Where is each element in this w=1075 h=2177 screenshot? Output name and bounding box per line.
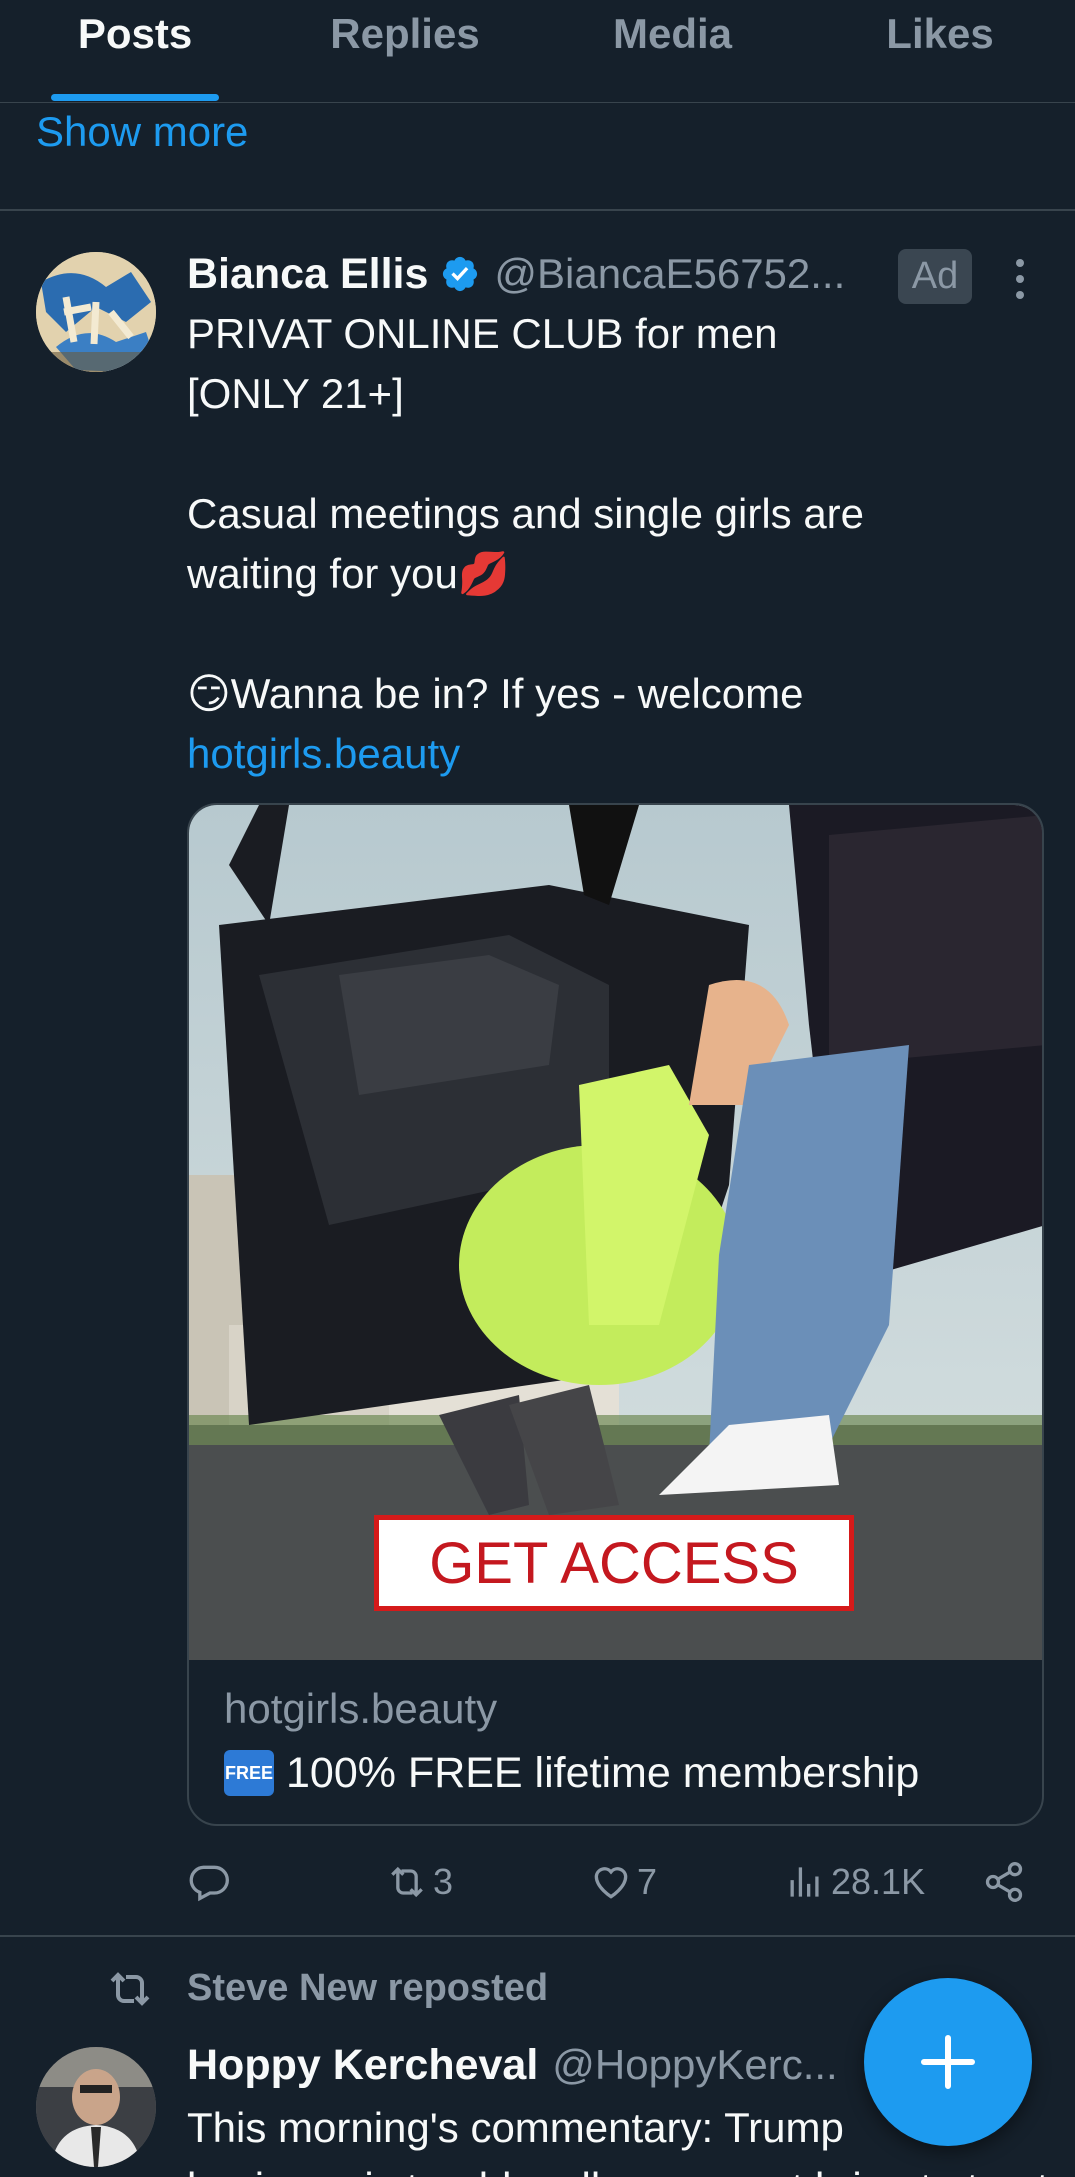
- author-handle[interactable]: @HoppyKerc...: [552, 2041, 852, 2089]
- post-text-line: waiting for you💋: [187, 550, 511, 597]
- avatar[interactable]: [36, 2047, 156, 2167]
- tab-replies-label: Replies: [330, 10, 480, 57]
- post-text-line: PRIVAT ONLINE CLUB for men: [187, 310, 778, 357]
- post-text: business is trouble, all we cannot bring…: [187, 2158, 1067, 2177]
- repost-count: 3: [433, 1861, 454, 1902]
- share-button[interactable]: [982, 1857, 1026, 1907]
- card-title: FREE 100% FREE lifetime membership: [224, 1743, 919, 1803]
- tab-likes-label: Likes: [886, 10, 994, 57]
- plus-icon: [921, 2035, 975, 2089]
- verified-badge-icon: [443, 256, 478, 292]
- post-header: Hoppy Kercheval @HoppyKerc...: [187, 2035, 852, 2095]
- post-actions: 3 7 28.1K: [187, 1857, 1027, 1907]
- tab-media-label: Media: [612, 10, 733, 57]
- reply-icon: [189, 1865, 229, 1902]
- link-card[interactable]: GET ACCESS hotgirls.beauty FREE 100% FRE…: [187, 803, 1044, 1826]
- post-text-line: 😏Wanna be in? If yes - welcome: [187, 670, 804, 717]
- divider: [0, 1935, 1075, 1937]
- repost-icon: [110, 1971, 150, 2006]
- post-text-line: [187, 604, 1047, 664]
- post-text-line: [ONLY 21+]: [187, 370, 404, 417]
- author-name[interactable]: Hoppy Kercheval: [187, 2041, 538, 2090]
- post-text: This morning's commentary: Trump: [187, 2104, 844, 2151]
- author-handle[interactable]: @BiancaE56752...: [494, 250, 864, 298]
- card-domain: hotgirls.beauty: [224, 1685, 498, 1732]
- repost-button[interactable]: 3: [385, 1857, 453, 1907]
- divider: [0, 209, 1075, 211]
- avatar[interactable]: [36, 252, 156, 372]
- tab-posts[interactable]: Posts: [0, 0, 270, 102]
- free-emoji-icon: FREE: [224, 1750, 274, 1796]
- like-count: 7: [637, 1861, 658, 1902]
- repost-icon: [391, 1866, 423, 1898]
- author-name[interactable]: Bianca Ellis: [187, 250, 428, 299]
- post-link[interactable]: hotgirls.beauty: [187, 724, 1047, 784]
- active-tab-indicator: [51, 94, 219, 101]
- reposted-by-text: Steve New reposted: [187, 1967, 549, 2009]
- share-icon: [985, 1862, 1023, 1902]
- repost-context[interactable]: Steve New reposted: [106, 1967, 548, 2010]
- tab-posts-label: Posts: [77, 10, 193, 57]
- heart-icon: [594, 1867, 628, 1899]
- tab-likes[interactable]: Likes: [805, 0, 1075, 102]
- like-button[interactable]: 7: [589, 1857, 657, 1907]
- post-text: PRIVAT ONLINE CLUB for men [ONLY 21+] Ca…: [187, 304, 1047, 784]
- views-button[interactable]: 28.1K: [783, 1857, 925, 1907]
- card-title-text: 100% FREE lifetime membership: [286, 1748, 920, 1797]
- post-text-line: [187, 424, 1047, 484]
- tab-replies[interactable]: Replies: [270, 0, 540, 102]
- card-info: hotgirls.beauty FREE 100% FREE lifetime …: [224, 1685, 919, 1803]
- tab-media[interactable]: Media: [540, 0, 805, 102]
- reply-button[interactable]: [187, 1857, 231, 1907]
- views-chart-icon: [790, 1867, 819, 1897]
- post-text-line: Casual meetings and single girls are: [187, 490, 865, 537]
- post-header: Bianca Ellis @BiancaE56752...: [187, 244, 864, 304]
- profile-tabs: Posts Replies Media Likes: [0, 0, 1075, 103]
- compose-button[interactable]: [864, 1978, 1032, 2146]
- get-access-button[interactable]: GET ACCESS: [374, 1515, 854, 1611]
- avatar-image: [36, 2047, 156, 2167]
- more-options-icon[interactable]: [1004, 255, 1036, 303]
- avatar-image: [36, 252, 156, 372]
- show-more-link[interactable]: Show more: [36, 108, 248, 156]
- ad-badge: Ad: [898, 249, 972, 304]
- views-count: 28.1K: [831, 1861, 926, 1902]
